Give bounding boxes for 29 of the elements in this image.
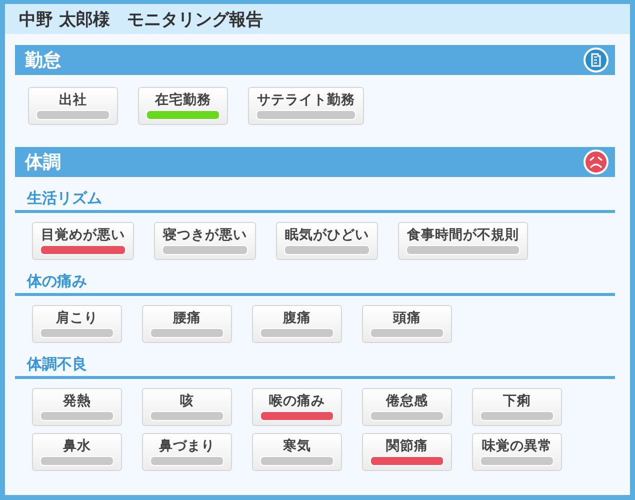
toggle-button[interactable]: 咳: [142, 388, 232, 426]
toggle-button[interactable]: 関節痛: [362, 433, 452, 471]
toggle-button[interactable]: 目覚めが悪い: [32, 222, 134, 260]
subsection-heading: 生活リズム: [15, 189, 615, 213]
toggle-button[interactable]: 腹痛: [252, 305, 342, 343]
toggle-button[interactable]: 喉の痛み: [252, 388, 342, 426]
toggle-button[interactable]: 眠気がひどい: [276, 222, 378, 260]
toggle-button[interactable]: 肩こり: [32, 305, 122, 343]
toggle-button[interactable]: 寝つきが悪い: [154, 222, 256, 260]
toggle-button[interactable]: 寒気: [252, 433, 342, 471]
toggle-button[interactable]: 倦怠感: [362, 388, 452, 426]
sad-face-icon: [583, 149, 609, 175]
toggle-button[interactable]: 下痢: [472, 388, 562, 426]
subsection-heading: 体の痛み: [15, 272, 615, 296]
window-title: 中野 太郎様 モニタリング報告: [5, 4, 630, 34]
toggle-button[interactable]: 出社: [28, 87, 118, 125]
toggle-button[interactable]: 鼻水: [32, 433, 122, 471]
toggle-button[interactable]: 鼻づまり: [142, 433, 232, 471]
toggle-button[interactable]: 在宅勤務: [138, 87, 228, 125]
building-icon: [583, 47, 609, 73]
toggle-button[interactable]: 腰痛: [142, 305, 232, 343]
subsection-heading: 体調不良: [15, 355, 615, 379]
section-title: 勤怠: [25, 49, 61, 72]
toggle-button[interactable]: 頭痛: [362, 305, 452, 343]
toggle-button[interactable]: サテライト勤務: [248, 87, 364, 125]
section-title: 体調: [25, 151, 61, 174]
toggle-button[interactable]: 発熱: [32, 388, 122, 426]
toggle-button[interactable]: 味覚の異常: [472, 433, 562, 471]
toggle-button[interactable]: 食事時間が不規則: [398, 222, 528, 260]
